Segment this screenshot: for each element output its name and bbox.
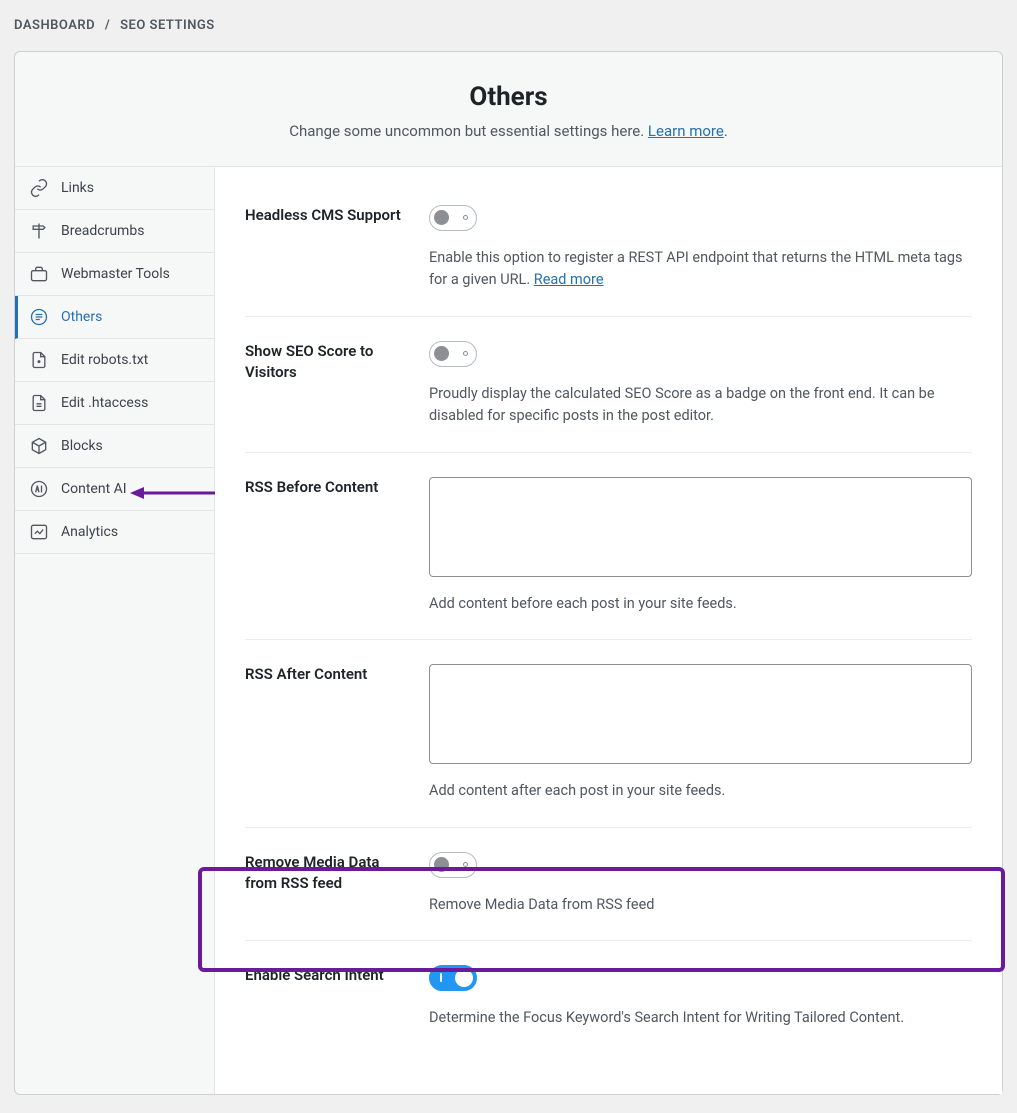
setting-label: RSS Before Content (245, 477, 405, 615)
sidebar-item-label: Edit .htaccess (61, 395, 148, 411)
sidebar-item-label: Webmaster Tools (61, 266, 170, 282)
links-icon (29, 178, 49, 198)
setting-label: Remove Media Data from RSS feed (245, 852, 405, 916)
toggle-headless-cms[interactable] (429, 205, 477, 231)
sidebar-item-label: Content AI (61, 481, 127, 497)
learn-more-link[interactable]: Learn more (648, 122, 724, 140)
page-title: Others (35, 82, 982, 112)
setting-desc: Add content after each post in your site… (429, 780, 972, 802)
breadcrumb-dashboard[interactable]: DASHBOARD (14, 18, 95, 33)
read-more-link[interactable]: Read more (534, 271, 604, 288)
settings-panel: Others Change some uncommon but essentia… (14, 51, 1003, 1095)
breadcrumb-current: SEO SETTINGS (120, 18, 215, 33)
setting-label: RSS After Content (245, 664, 405, 802)
setting-remove-media: Remove Media Data from RSS feed Remove M… (245, 828, 972, 941)
page-subtitle: Change some uncommon but essential setti… (35, 122, 982, 140)
sidebar-item-label: Analytics (61, 524, 118, 540)
setting-search-intent: Enable Search Intent Determine the Focus… (245, 941, 972, 1053)
sidebar-item-robots[interactable]: Edit robots.txt (15, 339, 214, 382)
toggle-remove-media[interactable] (429, 852, 477, 878)
rss-before-textarea[interactable] (429, 477, 972, 577)
settings-content: Headless CMS Support Enable this option … (215, 167, 1002, 1094)
breadcrumb-separator: / (105, 18, 110, 33)
chart-icon (29, 522, 49, 542)
setting-label: Headless CMS Support (245, 205, 405, 292)
ai-icon (29, 479, 49, 499)
setting-desc: Determine the Focus Keyword's Search Int… (429, 1007, 972, 1029)
setting-rss-before: RSS Before Content Add content before ea… (245, 453, 972, 640)
setting-rss-after: RSS After Content Add content after each… (245, 640, 972, 827)
sidebar-item-label: Breadcrumbs (61, 223, 144, 239)
toggle-search-intent[interactable] (429, 965, 477, 991)
setting-desc: Add content before each post in your sit… (429, 593, 972, 615)
panel-header: Others Change some uncommon but essentia… (15, 52, 1002, 167)
sidebar-item-label: Links (61, 180, 94, 196)
sidebar-item-others[interactable]: Others (15, 296, 214, 339)
setting-label: Enable Search Intent (245, 965, 405, 1029)
sidebar-item-webmaster-tools[interactable]: Webmaster Tools (15, 253, 214, 296)
setting-desc: Enable this option to register a REST AP… (429, 247, 972, 292)
list-icon (29, 307, 49, 327)
toggle-seo-score[interactable] (429, 341, 477, 367)
file-text-icon (29, 393, 49, 413)
blocks-icon (29, 436, 49, 456)
setting-headless-cms: Headless CMS Support Enable this option … (245, 197, 972, 317)
sidebar-item-content-ai[interactable]: Content AI (15, 468, 214, 511)
breadcrumb: DASHBOARD / SEO SETTINGS (14, 18, 1003, 33)
setting-seo-score: Show SEO Score to Visitors Proudly displ… (245, 317, 972, 453)
subtitle-text: Change some uncommon but essential setti… (289, 122, 648, 140)
setting-desc: Remove Media Data from RSS feed (429, 894, 972, 916)
sidebar-item-blocks[interactable]: Blocks (15, 425, 214, 468)
sidebar-item-label: Blocks (61, 438, 103, 454)
rss-after-textarea[interactable] (429, 664, 972, 764)
sidebar-item-analytics[interactable]: Analytics (15, 511, 214, 554)
toolbox-icon (29, 264, 49, 284)
file-icon (29, 350, 49, 370)
setting-desc: Proudly display the calculated SEO Score… (429, 383, 972, 428)
sidebar-item-htaccess[interactable]: Edit .htaccess (15, 382, 214, 425)
sidebar: Links Breadcrumbs Webmaster Tools Others (15, 167, 215, 1094)
sidebar-item-links[interactable]: Links (15, 167, 214, 210)
signpost-icon (29, 221, 49, 241)
sidebar-item-breadcrumbs[interactable]: Breadcrumbs (15, 210, 214, 253)
sidebar-item-label: Others (61, 309, 102, 325)
sidebar-item-label: Edit robots.txt (61, 352, 148, 368)
setting-label: Show SEO Score to Visitors (245, 341, 405, 428)
